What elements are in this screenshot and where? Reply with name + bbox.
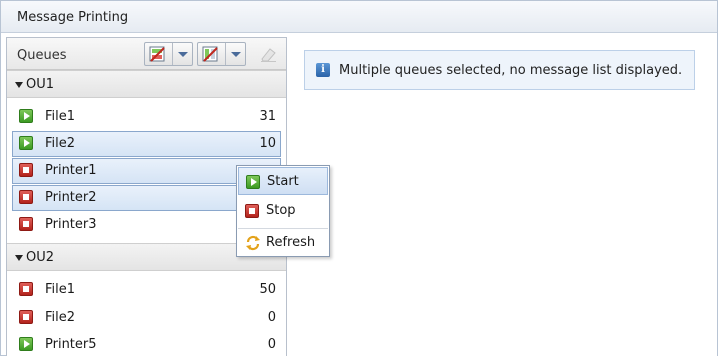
column-filter-icon xyxy=(202,46,218,62)
info-message-box: i Multiple queues selected, no message l… xyxy=(304,50,695,90)
queue-context-menu: Start Stop Refresh xyxy=(236,165,330,257)
menu-item-label: Refresh xyxy=(266,235,316,250)
menu-item-stop[interactable]: Stop xyxy=(238,197,328,225)
expand-arrow-icon[interactable] xyxy=(15,82,23,88)
stopped-status-icon xyxy=(19,163,33,177)
queue-row[interactable]: File1 50 xyxy=(12,277,281,303)
queue-name: File1 xyxy=(45,109,76,124)
queue-name: File2 xyxy=(45,136,76,151)
filter-queues-dropdown[interactable] xyxy=(172,43,192,65)
queues-title: Queues xyxy=(17,48,67,63)
stopped-status-icon xyxy=(19,190,33,204)
info-message: Multiple queues selected, no message lis… xyxy=(339,63,683,78)
filter-queue-icon xyxy=(149,46,165,62)
queue-name: Printer3 xyxy=(45,217,97,232)
running-status-icon xyxy=(19,109,33,123)
group-name: OU2 xyxy=(26,250,55,265)
column-filter-dropdown[interactable] xyxy=(225,43,245,65)
refresh-icon xyxy=(246,235,260,251)
running-status-icon xyxy=(19,136,33,150)
menu-item-label: Stop xyxy=(266,203,296,218)
menu-item-start[interactable]: Start xyxy=(238,167,328,195)
queue-name: Printer2 xyxy=(45,190,97,205)
queue-count: 0 xyxy=(267,337,276,352)
menu-item-label: Start xyxy=(267,174,299,189)
stopped-status-icon xyxy=(19,282,33,296)
queue-row[interactable]: Printer5 0 xyxy=(12,332,281,356)
message-printing-window: Message Printing Queues OU1 File1 31 Fil… xyxy=(0,0,718,356)
message-list-panel: i Multiple queues selected, no message l… xyxy=(287,37,717,356)
queue-name: File2 xyxy=(45,310,76,325)
queue-count: 0 xyxy=(267,310,276,325)
group-header-ou1[interactable]: OU1 xyxy=(7,70,286,98)
queue-name: File1 xyxy=(45,282,76,297)
menu-item-refresh[interactable]: Refresh xyxy=(238,229,328,257)
queue-row[interactable]: File2 0 xyxy=(12,305,281,331)
filter-queues-button[interactable] xyxy=(144,42,193,66)
queue-count: 10 xyxy=(259,136,276,151)
queue-name: Printer1 xyxy=(45,163,97,178)
column-filter-button[interactable] xyxy=(197,42,246,66)
start-icon xyxy=(246,175,260,189)
queue-count: 31 xyxy=(259,109,276,124)
stop-icon xyxy=(245,204,259,218)
stopped-status-icon xyxy=(19,217,33,231)
eraser-icon[interactable] xyxy=(259,46,277,62)
window-title: Message Printing xyxy=(1,1,717,33)
queue-name: Printer5 xyxy=(45,337,97,352)
queues-toolbar: Queues xyxy=(7,38,286,70)
queue-row[interactable]: File2 10 xyxy=(12,131,281,157)
group-name: OU1 xyxy=(26,77,55,92)
queue-count: 50 xyxy=(259,282,276,297)
queue-row[interactable]: File1 31 xyxy=(12,104,281,130)
running-status-icon xyxy=(19,337,33,351)
stopped-status-icon xyxy=(19,310,33,324)
expand-arrow-icon[interactable] xyxy=(15,255,23,261)
info-icon: i xyxy=(316,63,330,77)
